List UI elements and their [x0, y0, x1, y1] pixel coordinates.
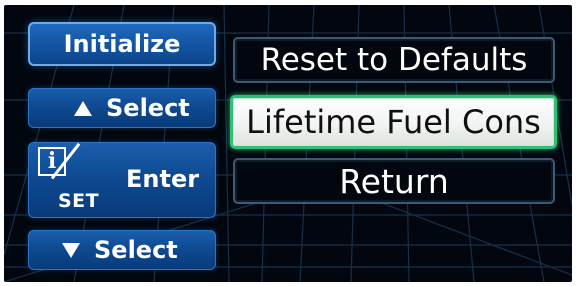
triangle-up-icon [74, 100, 92, 116]
menu-item-reset-to-defaults[interactable]: Reset to Defaults [233, 37, 555, 83]
enter-button[interactable]: i SET Enter [28, 142, 216, 218]
select-up-label: Select [106, 94, 190, 122]
info-set-icon: i SET [32, 142, 116, 213]
select-down-label: Select [94, 236, 178, 264]
initialize-label: Initialize [63, 30, 181, 58]
menu-item-label: Return [339, 161, 449, 201]
initialize-button[interactable]: Initialize [28, 22, 216, 66]
triangle-down-icon [62, 242, 80, 258]
select-up-button[interactable]: Select [28, 88, 216, 128]
menu-item-label: Lifetime Fuel Cons [246, 103, 541, 141]
enter-label: Enter [126, 165, 200, 193]
set-text: SET [58, 190, 100, 212]
menu-item-label: Reset to Defaults [260, 42, 528, 78]
menu-item-lifetime-fuel-cons[interactable]: Lifetime Fuel Cons [230, 95, 557, 149]
display-screen: Initialize Select i SET Enter Select Res… [4, 5, 572, 282]
menu-item-return[interactable]: Return [233, 158, 555, 204]
select-down-button[interactable]: Select [28, 230, 216, 270]
